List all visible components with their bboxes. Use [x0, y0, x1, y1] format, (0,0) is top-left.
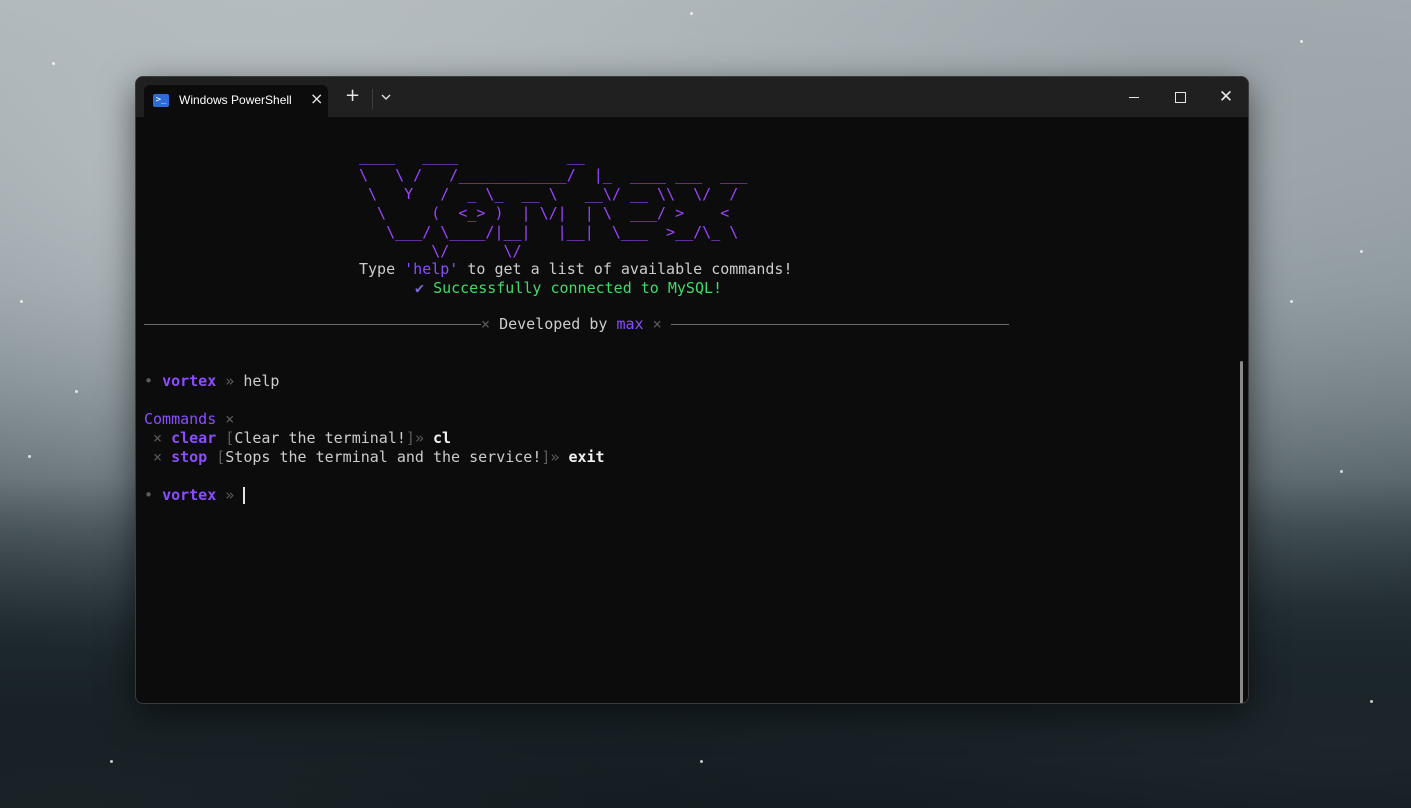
command-description: Clear the terminal!: [234, 429, 406, 447]
snowflake: [28, 455, 31, 458]
divider-line-right: [671, 324, 1009, 325]
snowflake: [75, 390, 78, 393]
help-keyword: 'help': [404, 260, 459, 278]
snowflake: [700, 760, 703, 763]
snowflake: [1360, 250, 1363, 253]
terminal-output[interactable]: ____ ____ __ \ \ / /____________/ |_ ___…: [136, 117, 1248, 703]
snowflake: [1300, 40, 1303, 43]
snowflake: [20, 300, 23, 303]
minimize-icon: [1129, 96, 1139, 98]
command-name: stop: [171, 448, 208, 466]
entered-command: help: [243, 372, 280, 390]
prompt-name: vortex: [162, 372, 217, 390]
minimize-button[interactable]: [1111, 83, 1157, 111]
new-tab-button[interactable]: +: [345, 87, 360, 105]
text-cursor: [243, 487, 246, 504]
prompt-name: vortex: [162, 486, 217, 504]
command-row-stop: × stop [Stops the terminal and the servi…: [153, 448, 605, 466]
history-line: • vortex » help: [144, 372, 280, 390]
commands-header: Commands ×: [144, 410, 235, 428]
vortex-ascii-banner: ____ ____ __ \ \ / /____________/ |_ ___…: [359, 147, 748, 260]
snowflake: [52, 62, 55, 65]
maximize-button[interactable]: [1157, 83, 1203, 111]
command-alias: exit: [568, 448, 605, 466]
snowflake: [1370, 700, 1373, 703]
maximize-icon: [1174, 91, 1186, 103]
command-row-clear: × clear [Clear the terminal!]» cl: [153, 429, 452, 447]
current-prompt[interactable]: • vortex »: [144, 486, 246, 505]
checkmark-icon: ✔: [415, 279, 425, 297]
divider-line-left: [144, 324, 481, 325]
tab-separator: [372, 89, 373, 109]
connection-status: ✔ Successfully connected to MySQL!: [415, 279, 722, 298]
developer-credit: × Developed by max ×: [481, 315, 662, 333]
scrollbar[interactable]: [1240, 361, 1243, 703]
close-tab-icon[interactable]: ×: [310, 90, 323, 108]
status-text: Successfully connected to MySQL!: [433, 279, 723, 297]
snowflake: [690, 12, 693, 15]
author-name: max: [616, 315, 644, 333]
chevron-down-icon[interactable]: [381, 88, 391, 106]
command-name: clear: [171, 429, 217, 447]
close-window-button[interactable]: ✕: [1203, 83, 1248, 111]
snowflake: [110, 760, 113, 763]
command-alias: cl: [433, 429, 452, 447]
snowflake: [1290, 300, 1293, 303]
tab-windows-powershell[interactable]: >_ Windows PowerShell ×: [144, 85, 328, 117]
command-description: Stops the terminal and the service!: [225, 448, 542, 466]
tab-title: Windows PowerShell: [179, 93, 292, 107]
powershell-icon: >_: [153, 94, 169, 107]
snowflake: [1340, 470, 1343, 473]
title-bar[interactable]: >_ Windows PowerShell × + ✕: [136, 77, 1248, 117]
terminal-window: >_ Windows PowerShell × + ✕ ____ ____ __…: [135, 76, 1249, 704]
help-hint: Type 'help' to get a list of available c…: [359, 260, 793, 278]
